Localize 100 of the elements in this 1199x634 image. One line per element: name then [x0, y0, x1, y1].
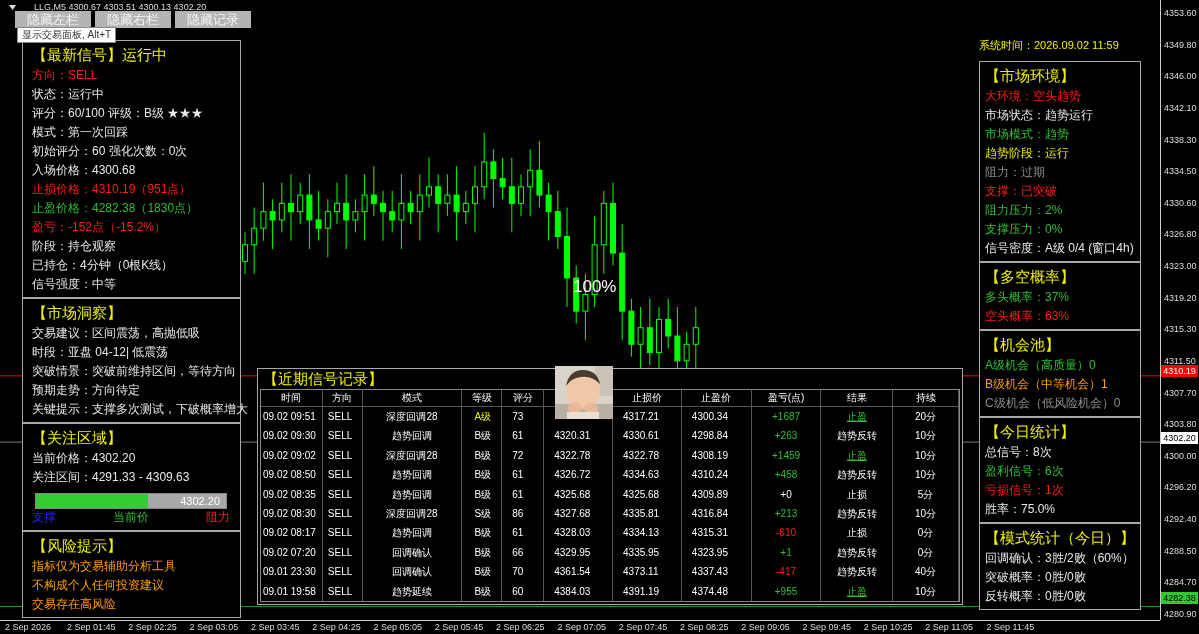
column-header: 等级 — [462, 390, 503, 406]
candle — [380, 190, 386, 242]
table-cell: 70 — [502, 562, 545, 582]
info-line: 方向：SELL — [32, 67, 98, 84]
table-cell: B级 — [462, 523, 503, 543]
table-cell: 73 — [502, 407, 545, 427]
candle — [628, 298, 635, 358]
table-cell: 回调确认 — [362, 542, 463, 563]
candle — [499, 157, 506, 200]
info-line: 趋势阶段：运行 — [985, 145, 1069, 162]
table-cell: 09.02 08:17 — [261, 523, 323, 543]
hide-panel-button[interactable]: 隐藏右栏 — [95, 11, 171, 28]
info-line: 反转概率：0胜/0败 — [985, 588, 1086, 605]
table-cell: 4310.24 — [681, 465, 752, 485]
table-cell: B级 — [462, 426, 503, 446]
info-line: 入场价格：4300.68 — [32, 162, 136, 179]
info-line: 支撑：已突破 — [985, 183, 1057, 200]
table-cell: SELL — [322, 503, 363, 524]
time-label: 2 Sep 11:45 — [986, 621, 1036, 634]
table-cell: 趋势回调 — [362, 465, 463, 485]
table-cell: 4300.34 — [681, 407, 752, 427]
candle — [297, 182, 304, 225]
candle — [361, 173, 368, 242]
zone-label: 阻力 — [206, 509, 230, 525]
table-cell: +0 — [751, 484, 822, 504]
caret-icon[interactable] — [9, 5, 16, 10]
info-line: 多头概率：37% — [985, 289, 1070, 306]
price-label: 4280.90 — [1163, 607, 1198, 620]
chart-header: LLG,M5 4300.67 4303.51 4300.13 4302.20 — [34, 2, 207, 13]
table-cell: 20分 — [893, 407, 959, 427]
info-line: 交易建议：区间震荡，高抛低吸 — [32, 325, 200, 342]
zone-label: 支撑 — [32, 509, 56, 525]
price-label: 4334.50 — [1163, 165, 1198, 178]
table-cell: 4308.19 — [681, 445, 752, 466]
table-cell: 10分 — [893, 503, 959, 524]
table-cell: 趋势反转 — [821, 426, 894, 446]
table-cell: B级 — [462, 581, 503, 601]
time-label: 2 Sep 01:45 — [67, 621, 117, 634]
candle — [646, 298, 653, 366]
table-cell: SELL — [322, 562, 363, 582]
column-header: 评分 — [502, 390, 545, 406]
price-label: 4288.50 — [1163, 544, 1198, 557]
table-cell: 4309.89 — [681, 484, 752, 504]
table-cell: 61 — [502, 484, 545, 504]
time-label: 2 Sep 2026 — [5, 621, 53, 634]
table-cell: 09.02 07:20 — [261, 542, 323, 563]
table-cell: 61 — [502, 465, 545, 485]
info-line: 亏损信号：1次 — [985, 482, 1064, 499]
time-label: 2 Sep 02:25 — [128, 621, 178, 634]
table-cell: 4374.48 — [681, 581, 752, 601]
column-header: 模式 — [362, 390, 463, 406]
column-header: 方向 — [322, 390, 363, 406]
table-cell: 4334.13 — [613, 523, 682, 543]
candle — [554, 190, 561, 250]
price-label: 4284.70 — [1163, 576, 1198, 589]
table-cell: 4330.61 — [613, 426, 682, 446]
candle — [315, 190, 322, 242]
info-line: 当前价格：4302.20 — [32, 450, 136, 467]
price-label: 4326.80 — [1163, 228, 1198, 241]
hide-panel-button[interactable]: 隐藏记录 — [175, 11, 251, 28]
table-cell: 回调确认 — [362, 562, 463, 582]
info-line: 突破情景：突破前维持区间，等待方向 — [32, 363, 236, 380]
panel-title: 【市场洞察】 — [32, 303, 122, 323]
price-label: 4330.60 — [1163, 196, 1198, 209]
price-label: 4349.80 — [1163, 38, 1198, 51]
table-cell: 66 — [502, 542, 545, 563]
candle — [490, 148, 497, 208]
info-line: 总信号：8次 — [985, 444, 1052, 461]
column-header: 结果 — [821, 390, 894, 406]
info-line: 盈亏：-152点（-15.2%） — [32, 219, 167, 236]
table-cell: 4328.03 — [544, 523, 614, 543]
tooltip: 显示交易面板, Alt+T — [17, 27, 117, 43]
info-line: 突破概率：0胜/0败 — [985, 569, 1086, 586]
table-cell: SELL — [322, 426, 363, 446]
table-cell: 4325.68 — [613, 484, 682, 504]
price-label: 4346.00 — [1163, 70, 1198, 83]
time-label: 2 Sep 08:25 — [679, 621, 730, 634]
candle — [389, 190, 396, 233]
time-label: 2 Sep 07:05 — [557, 621, 607, 634]
table-cell: 止盈 — [821, 581, 894, 601]
info-line: 盈利信号：6次 — [985, 463, 1064, 480]
table-cell: 4329.95 — [544, 542, 614, 563]
table-cell: B级 — [462, 484, 503, 504]
table-cell: 10分 — [893, 445, 959, 466]
info-line: 支撑压力：0% — [985, 221, 1063, 238]
table-cell: 40分 — [893, 562, 959, 582]
candle — [527, 148, 534, 217]
price-label: 4319.20 — [1163, 291, 1198, 304]
table-cell: 09.01 19:58 — [261, 581, 323, 601]
price-label: 4323.00 — [1163, 260, 1198, 272]
table-cell: 10分 — [893, 426, 959, 446]
price-label: 4303.80 — [1163, 418, 1198, 431]
table-cell: 72 — [502, 445, 545, 466]
table-cell: +1 — [751, 542, 822, 563]
table-cell: 止盈 — [821, 445, 894, 466]
candle — [407, 190, 414, 225]
table-cell: 趋势反转 — [821, 562, 894, 582]
info-line: 大环境：空头趋势 — [985, 88, 1081, 105]
table-cell: +1687 — [751, 407, 822, 427]
price-tag: 4302.20 — [1161, 432, 1198, 444]
